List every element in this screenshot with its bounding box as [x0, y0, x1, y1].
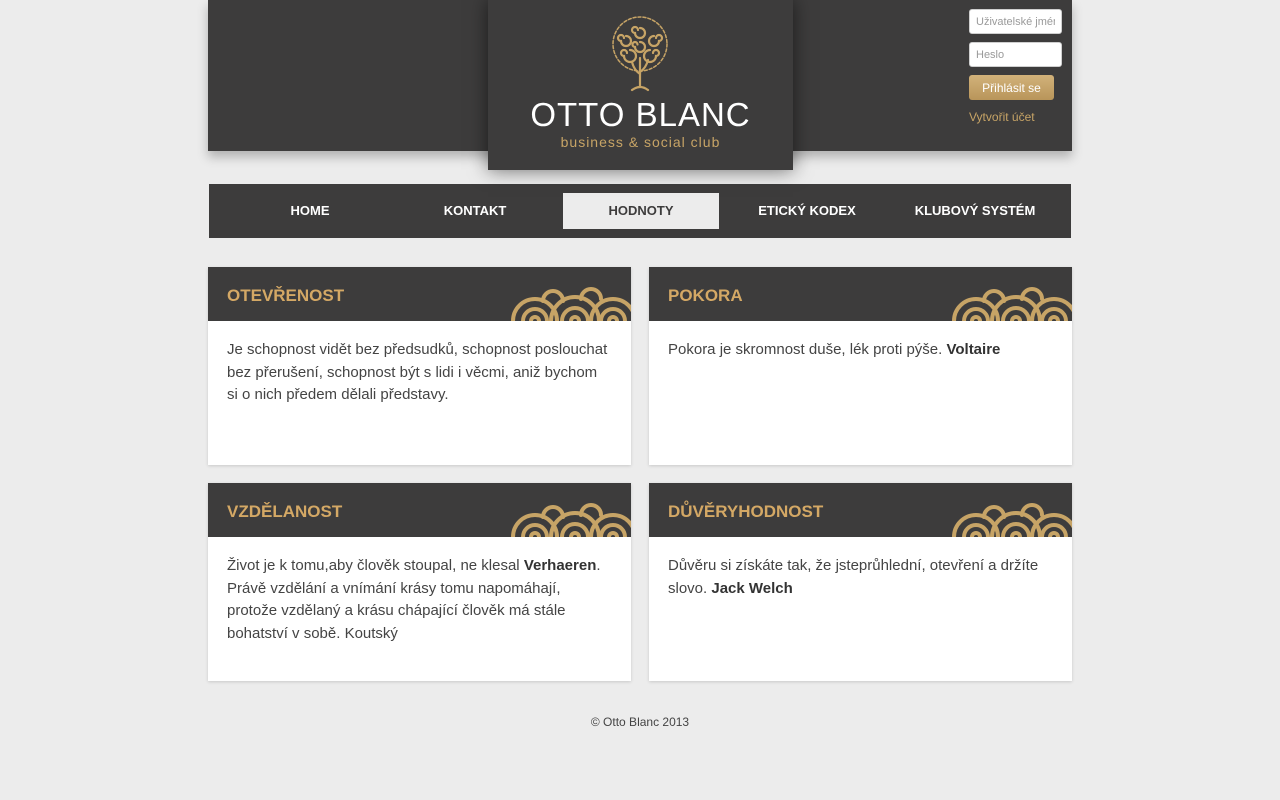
login-button[interactable]: Přihlásit se — [969, 75, 1054, 100]
footer-copyright: © Otto Blanc 2013 — [590, 715, 690, 729]
logo[interactable]: OTTO BLANC business & social club — [488, 0, 793, 170]
nav-item-klubovy-system[interactable]: KLUBOVÝ SYSTÉM — [905, 193, 1045, 229]
card-text: Je schopnost vidět bez předsudků, schopn… — [227, 341, 608, 403]
swirl-ornament-icon — [511, 503, 631, 537]
nav-item-eticky-kodex[interactable]: ETICKÝ KODEX — [747, 193, 867, 229]
value-card-duveryhodnost: DŮVĚRYHODNOST Důvěru si získáte tak, že … — [649, 483, 1072, 681]
card-header: OTEVŘENOST — [208, 267, 631, 321]
nav-item-home[interactable]: HOME — [253, 193, 367, 229]
card-text: Pokora je skromnost duše, lék proti pýše… — [649, 321, 1072, 362]
swirl-ornament-icon — [511, 287, 631, 321]
register-link[interactable]: Vytvořit účet — [969, 110, 1064, 124]
tree-logo-icon — [612, 16, 668, 92]
main-nav: HOME KONTAKT HODNOTY ETICKÝ KODEX KLUBOV… — [209, 184, 1071, 238]
nav-item-kontakt[interactable]: KONTAKT — [418, 193, 532, 229]
quote-author: Verhaeren — [523, 557, 597, 574]
value-card-vzdelanost: VZDĚLANOST Život je k tomu,aby člověk st… — [208, 483, 631, 681]
nav-item-hodnoty[interactable]: HODNOTY — [563, 193, 719, 229]
card-header: VZDĚLANOST — [208, 483, 631, 537]
brand-name: OTTO BLANC — [530, 96, 751, 133]
password-input[interactable] — [969, 42, 1062, 67]
value-card-otevrenost: OTEVŘENOST Je schopnost vidět bez předsu… — [208, 267, 631, 465]
quote-author: Voltaire — [946, 341, 1001, 358]
card-title: POKORA — [668, 286, 743, 305]
swirl-ornament-icon — [952, 503, 1072, 537]
value-card-pokora: POKORA Pokora je skromnost duše, lék pro… — [649, 267, 1072, 465]
card-title: VZDĚLANOST — [227, 502, 343, 521]
card-header: DŮVĚRYHODNOST — [649, 483, 1072, 537]
card-text: Život je k tomu,aby člověk stoupal, ne k… — [208, 537, 631, 645]
card-title: DŮVĚRYHODNOST — [668, 502, 824, 521]
swirl-ornament-icon — [952, 287, 1072, 321]
quote-author: Jack Welch — [711, 579, 793, 597]
username-input[interactable] — [969, 9, 1062, 34]
card-header: POKORA — [649, 267, 1072, 321]
login-form: Přihlásit se Vytvořit účet — [969, 9, 1064, 124]
card-text: Důvěru si získáte tak, že jsteprůhlední,… — [649, 537, 1072, 600]
quote-text: Život je k tomu,aby člověk stoupal, ne k… — [227, 557, 520, 574]
card-title: OTEVŘENOST — [227, 286, 345, 305]
quote-text: Pokora je skromnost duše, lék proti pýše… — [668, 341, 943, 358]
brand-tagline: business & social club — [560, 134, 721, 150]
